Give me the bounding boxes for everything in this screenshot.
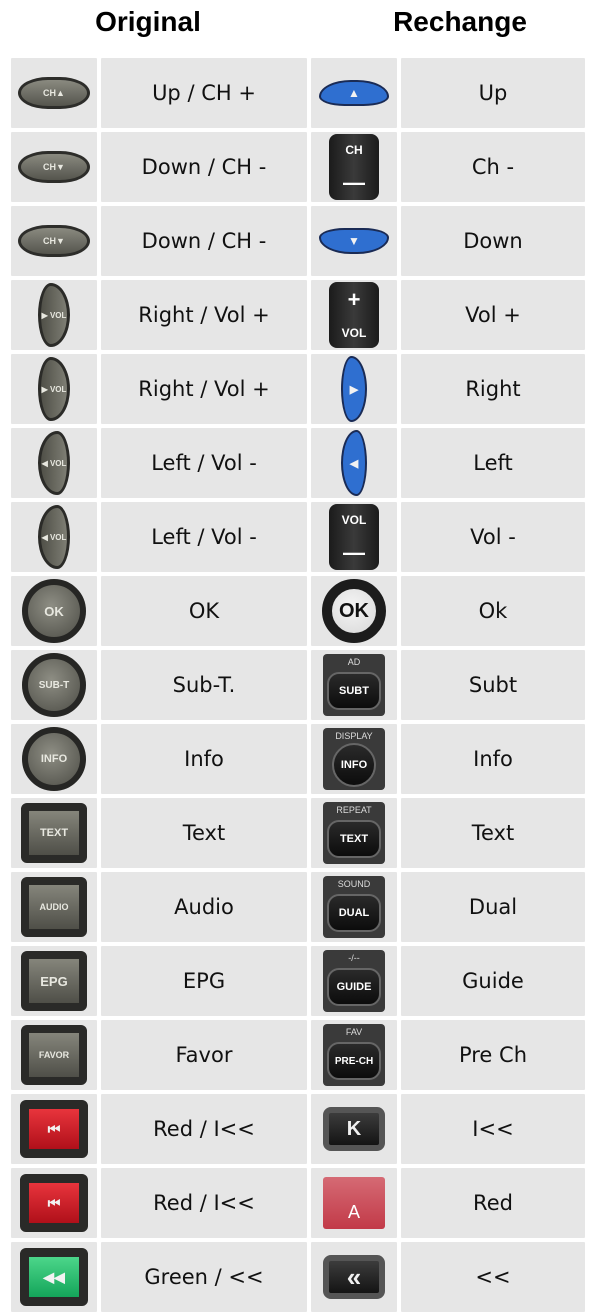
rechange-function-label: Up [478, 81, 508, 105]
table-row: ⏮ Red / I<< A Red [11, 1166, 585, 1240]
rechange-function-label: Guide [462, 969, 524, 993]
favor-icon: FAVOR [21, 1025, 87, 1085]
mapping-table: CH▲ Up / CH + ▲ Up CH▼ Down / CH - CH — C… [11, 56, 585, 1314]
original-function-label: Left / Vol - [151, 525, 257, 549]
original-function-label: Right / Vol + [138, 377, 270, 401]
original-function-label: Info [184, 747, 224, 771]
red-prev-icon: ⏮ [20, 1100, 88, 1158]
audio-icon: AUDIO [21, 877, 87, 937]
original-function-label: Down / CH - [141, 155, 267, 179]
table-row: ◀◀ Green / << « << [11, 1240, 585, 1314]
original-function-label: OK [188, 599, 220, 623]
vol-plus-icon: + VOL [329, 282, 379, 348]
rechange-function-label: Text [471, 821, 515, 845]
ok-icon: OK [322, 579, 386, 643]
dual-icon: SOUND DUAL [323, 876, 385, 938]
table-row: AUDIO Audio SOUND DUAL Dual [11, 870, 585, 944]
vol-right-icon: ▶ VOL [38, 283, 70, 347]
vol-right-icon: ▶ VOL [38, 357, 70, 421]
blue-left-arrow-icon: ◀ [341, 430, 367, 496]
table-row: OK OK OK Ok [11, 574, 585, 648]
table-row: CH▲ Up / CH + ▲ Up [11, 56, 585, 130]
blue-down-arrow-icon: ▼ [319, 228, 389, 254]
vol-left-icon: ◀ VOL [38, 505, 70, 569]
vol-minus-icon: VOL — [329, 504, 379, 570]
rechange-function-label: Vol + [465, 303, 521, 327]
green-rewind-icon: ◀◀ [20, 1248, 88, 1306]
text-icon: REPEAT TEXT [323, 802, 385, 864]
sub-t-icon: SUB-T [22, 653, 86, 717]
info-icon: INFO [22, 727, 86, 791]
ch-down-icon: CH▼ [18, 225, 90, 257]
table-row: EPG EPG -/-- GUIDE Guide [11, 944, 585, 1018]
original-function-label: Green / << [144, 1265, 264, 1289]
info-icon: DISPLAY INFO [323, 728, 385, 790]
rechange-function-label: Ch - [471, 155, 515, 179]
table-row: ▶ VOL Right / Vol + + VOL Vol + [11, 278, 585, 352]
original-function-label: Down / CH - [141, 229, 267, 253]
ch-up-icon: CH▲ [18, 77, 90, 109]
rechange-function-label: Subt [468, 673, 518, 697]
subt-icon: AD SUBT [323, 654, 385, 716]
rewind-icon: « [323, 1255, 385, 1299]
rechange-function-label: Vol - [470, 525, 516, 549]
red-a-icon: A [323, 1177, 385, 1229]
text-icon: TEXT [21, 803, 87, 863]
original-function-label: Text [182, 821, 226, 845]
ok-icon: OK [22, 579, 86, 643]
red-prev-icon: ⏮ [20, 1174, 88, 1232]
rechange-function-label: Left [473, 451, 513, 475]
rechange-function-label: Down [463, 229, 523, 253]
rechange-function-label: Info [473, 747, 513, 771]
blue-up-arrow-icon: ▲ [319, 80, 389, 106]
table-row: CH▼ Down / CH - CH — Ch - [11, 130, 585, 204]
original-function-label: Favor [175, 1043, 233, 1067]
original-function-label: Sub-T. [172, 673, 236, 697]
rechange-function-label: << [475, 1265, 511, 1289]
rechange-column-header: Rechange [393, 6, 527, 37]
original-function-label: Right / Vol + [138, 303, 270, 327]
prev-icon: K [323, 1107, 385, 1151]
original-function-label: Red / I<< [153, 1117, 255, 1141]
rechange-function-label: Ok [478, 599, 508, 623]
table-row: ◀ VOL Left / Vol - VOL — Vol - [11, 500, 585, 574]
table-row: SUB-T Sub-T. AD SUBT Subt [11, 648, 585, 722]
table-row: ⏮ Red / I<< K I<< [11, 1092, 585, 1166]
blue-right-arrow-icon: ▶ [341, 356, 367, 422]
table-row: INFO Info DISPLAY INFO Info [11, 722, 585, 796]
ch-down-icon: CH▼ [18, 151, 90, 183]
table-row: ▶ VOL Right / Vol + ▶ Right [11, 352, 585, 426]
original-function-label: Audio [174, 895, 234, 919]
original-function-label: Up / CH + [152, 81, 256, 105]
original-function-label: Left / Vol - [151, 451, 257, 475]
table-row: ◀ VOL Left / Vol - ◀ Left [11, 426, 585, 500]
rechange-function-label: I<< [472, 1117, 514, 1141]
guide-icon: -/-- GUIDE [323, 950, 385, 1012]
rechange-function-label: Dual [468, 895, 518, 919]
epg-icon: EPG [21, 951, 87, 1011]
rechange-function-label: Pre Ch [458, 1043, 528, 1067]
table-row: FAVOR Favor FAV PRE-CH Pre Ch [11, 1018, 585, 1092]
original-function-label: EPG [182, 969, 226, 993]
vol-left-icon: ◀ VOL [38, 431, 70, 495]
table-header: Original Rechange [0, 0, 591, 58]
rechange-function-label: Red [473, 1191, 513, 1215]
remote-mapping-page: Original Rechange CH▲ Up / CH + ▲ Up CH▼… [0, 0, 591, 1314]
original-function-label: Red / I<< [153, 1191, 255, 1215]
rechange-function-label: Right [465, 377, 521, 401]
table-row: TEXT Text REPEAT TEXT Text [11, 796, 585, 870]
ch-minus-icon: CH — [329, 134, 379, 200]
original-column-header: Original [95, 6, 201, 37]
table-row: CH▼ Down / CH - ▼ Down [11, 204, 585, 278]
pre-ch-icon: FAV PRE-CH [323, 1024, 385, 1086]
